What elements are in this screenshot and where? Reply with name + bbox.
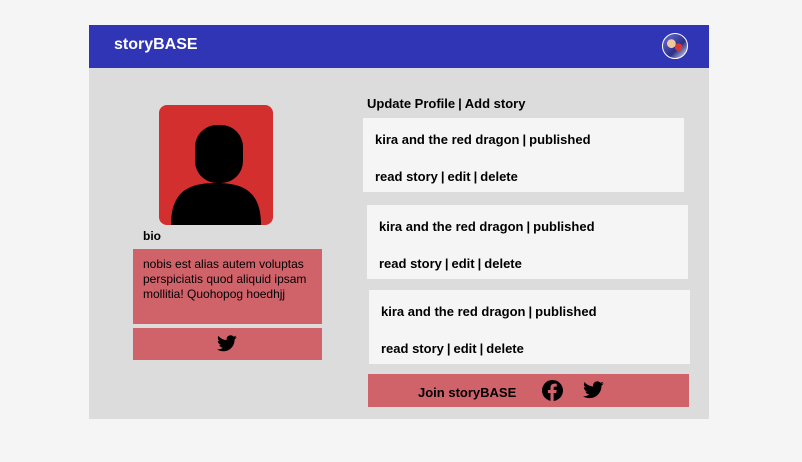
edit-story-link[interactable]: edit [448,169,471,184]
bio-label: bio [143,229,161,243]
separator: | [446,341,451,356]
bio-text: nobis est alias autem voluptas perspicia… [133,249,322,324]
separator: | [440,169,445,184]
app-window: storyBASE bio nobis est alias autem volu… [89,25,709,419]
add-story-link[interactable]: Add story [465,96,526,111]
story-status: published [533,219,595,234]
edit-story-link[interactable]: edit [452,256,475,271]
user-silhouette-icon [171,125,261,225]
delete-story-link[interactable]: delete [484,256,522,271]
story-card: kira and the red dragon | published read s… [367,205,688,279]
story-card: kira and the red dragon | published read s… [363,118,684,192]
read-story-link[interactable]: read story [381,341,444,356]
edit-story-link[interactable]: edit [454,341,477,356]
story-heading: kira and the red dragon | published [379,219,595,234]
separator: | [526,219,531,234]
story-status: published [529,132,591,147]
story-title[interactable]: kira and the red dragon [381,304,525,319]
story-heading: kira and the red dragon | published [375,132,591,147]
join-banner: Join storyBASE [368,374,689,407]
delete-story-link[interactable]: delete [480,169,518,184]
story-card: kira and the red dragon | published read s… [369,290,690,364]
user-avatar-icon[interactable] [662,33,688,59]
social-links [133,328,322,360]
top-nav-bar: storyBASE [89,25,709,68]
brand-logo[interactable]: storyBASE [114,36,198,54]
story-title[interactable]: kira and the red dragon [375,132,519,147]
separator: | [477,256,482,271]
delete-story-link[interactable]: delete [486,341,524,356]
separator: | [444,256,449,271]
facebook-icon[interactable] [542,380,563,401]
story-actions: read story | edit | delete [375,169,518,184]
separator: | [528,304,533,319]
profile-actions: Update Profile | Add story [367,96,525,111]
story-status: published [535,304,597,319]
story-heading: kira and the red dragon | published [381,304,597,319]
separator: | [458,96,462,111]
separator: | [479,341,484,356]
twitter-icon[interactable] [217,335,237,352]
read-story-link[interactable]: read story [379,256,442,271]
update-profile-link[interactable]: Update Profile [367,96,455,111]
separator: | [522,132,527,147]
story-actions: read story | edit | delete [381,341,524,356]
profile-picture [159,105,273,225]
read-story-link[interactable]: read story [375,169,438,184]
story-title[interactable]: kira and the red dragon [379,219,523,234]
twitter-icon[interactable] [583,381,604,399]
separator: | [473,169,478,184]
join-button[interactable]: Join storyBASE [418,385,516,400]
story-actions: read story | edit | delete [379,256,522,271]
